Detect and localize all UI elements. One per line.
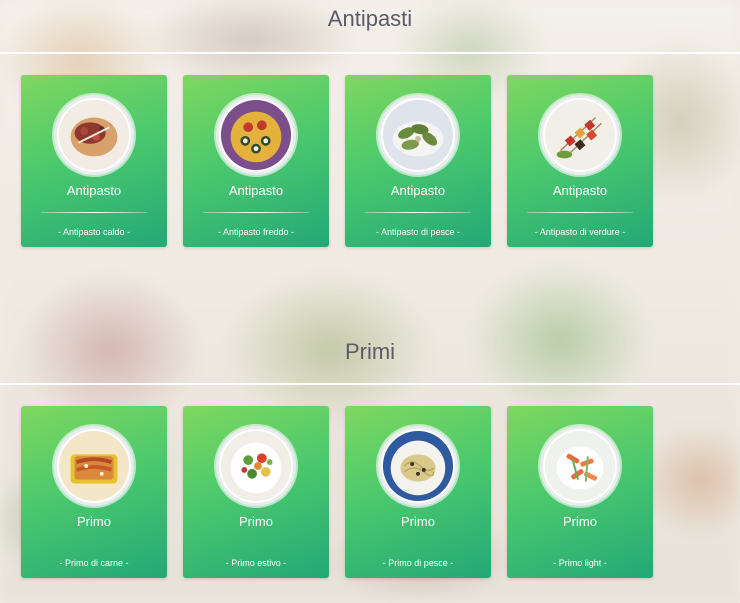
card-title: Antipasto: [228, 183, 284, 198]
card-subtitle: - Antipasto freddo -: [217, 227, 295, 237]
card-title: Antipasto: [552, 183, 608, 198]
card-title: Primo: [401, 514, 435, 529]
card-subtitle: - Antipasto di pesce -: [375, 227, 461, 237]
pasta-salad-image: [216, 426, 296, 506]
category-card-primo-di-carne[interactable]: Primo - Primo di carne -: [21, 406, 167, 578]
card-divider: [527, 212, 633, 213]
section-divider: [0, 52, 740, 54]
bruschetta-dish-image: [54, 95, 134, 175]
category-card-primo-light[interactable]: Primo - Primo light -: [507, 406, 653, 578]
card-title: Primo: [563, 514, 597, 529]
category-card-primo-di-pesce[interactable]: Primo - Primo di pesce -: [345, 406, 491, 578]
card-subtitle: - Antipasto di verdure -: [534, 227, 626, 237]
card-divider: [365, 212, 471, 213]
antipasti-card-row: Antipasto - Antipasto caldo - Antipasto …: [21, 75, 653, 247]
category-card-antipasto-caldo[interactable]: Antipasto - Antipasto caldo -: [21, 75, 167, 247]
primi-card-row: Primo - Primo di carne - Primo - Primo e…: [21, 406, 653, 578]
card-subtitle: - Primo di pesce -: [382, 558, 454, 568]
card-title: Antipasto: [390, 183, 446, 198]
spaghetti-plate-image: [378, 426, 458, 506]
card-title: Primo: [239, 514, 273, 529]
section-divider: [0, 383, 740, 385]
category-card-primo-estivo[interactable]: Primo - Primo estivo -: [183, 406, 329, 578]
vegetable-skewers-image: [540, 95, 620, 175]
card-title: Antipasto: [66, 183, 122, 198]
category-card-antipasto-freddo[interactable]: Antipasto - Antipasto freddo -: [183, 75, 329, 247]
section-title-primi: Primi: [344, 339, 396, 364]
card-divider: [203, 212, 309, 213]
card-title: Primo: [77, 514, 111, 529]
fish-appetizer-image: [378, 95, 458, 175]
sushi-plate-image: [216, 95, 296, 175]
category-card-antipasto-di-verdure[interactable]: Antipasto - Antipasto di verdure -: [507, 75, 653, 247]
card-subtitle: - Primo estivo -: [225, 558, 287, 568]
card-subtitle: - Primo light -: [553, 558, 607, 568]
category-card-antipasto-di-pesce[interactable]: Antipasto - Antipasto di pesce -: [345, 75, 491, 247]
penne-vegetables-image: [540, 426, 620, 506]
card-subtitle: - Antipasto caldo -: [57, 227, 131, 237]
cannelloni-dish-image: [54, 426, 134, 506]
card-divider: [41, 212, 147, 213]
section-title-antipasti: Antipasti: [327, 6, 413, 31]
card-subtitle: - Primo di carne -: [59, 558, 129, 568]
